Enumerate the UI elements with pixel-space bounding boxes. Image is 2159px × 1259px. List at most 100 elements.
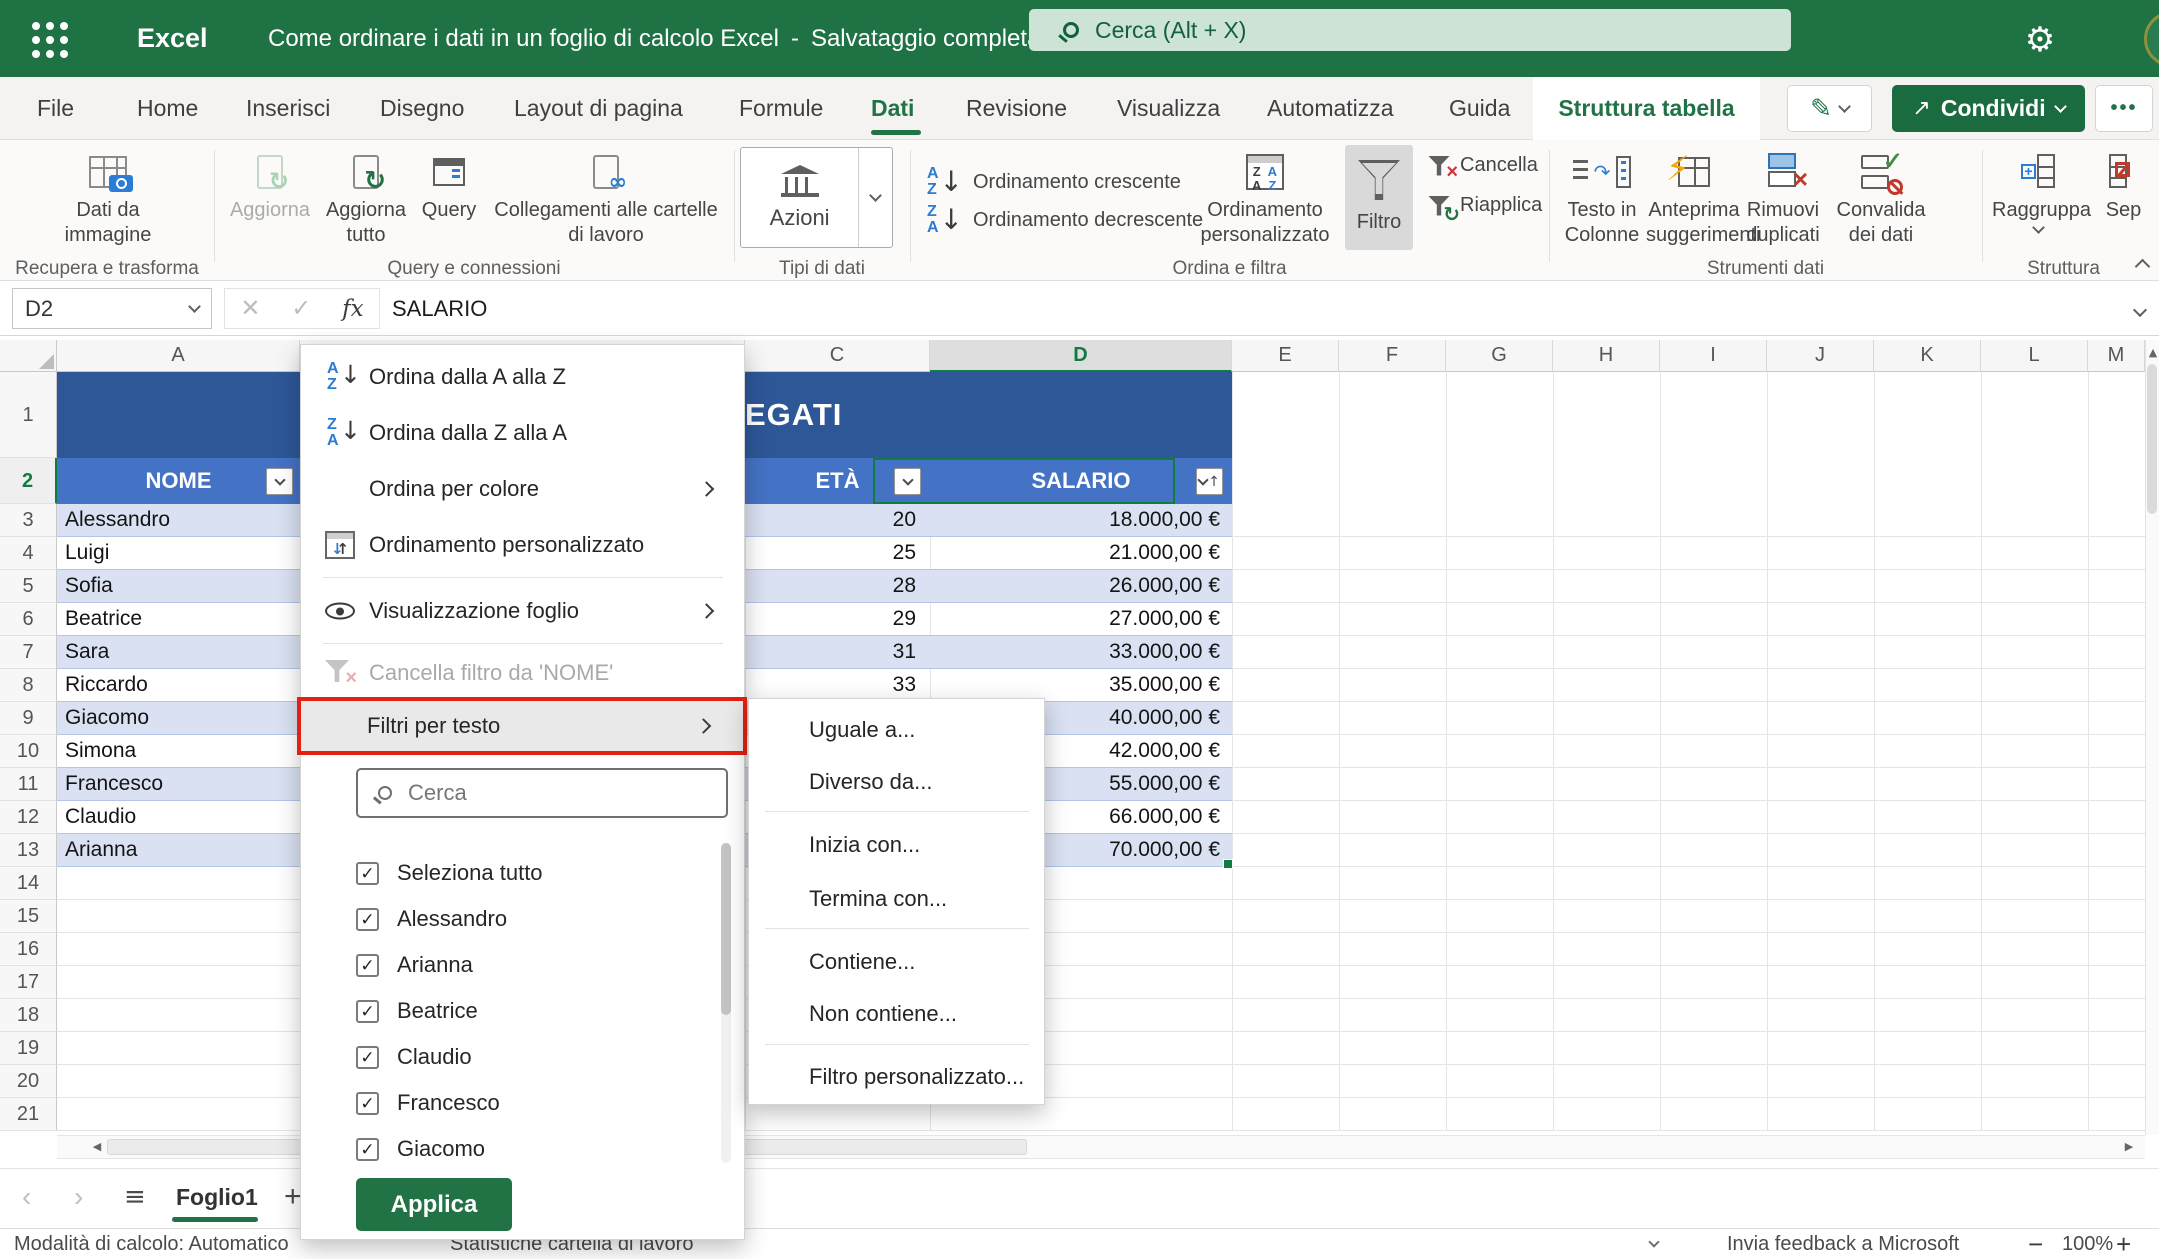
filter-button-salario[interactable]: ↑ <box>1196 468 1223 495</box>
ordinamento-decrescente-button[interactable]: ZA↓ Ordinamento decrescente <box>925 203 1203 237</box>
sheet-list-icon[interactable]: ≡ <box>124 1169 146 1225</box>
submenu-item-inizia-con[interactable]: Inizia con... <box>749 819 1044 871</box>
search-input[interactable]: Cerca (Alt + X) <box>1029 9 1791 51</box>
checkbox-francesco[interactable]: Francesco <box>356 1083 500 1123</box>
calc-mode-status[interactable]: Modalità di calcolo: Automatico <box>14 1229 289 1259</box>
checkbox-alessandro[interactable]: Alessandro <box>356 899 507 939</box>
app-name[interactable]: Excel <box>137 0 208 77</box>
tab-disegno[interactable]: Disegno <box>380 77 464 139</box>
filter-search-input[interactable]: Cerca <box>356 768 728 818</box>
cell-A9[interactable]: Giacomo <box>65 702 297 734</box>
row-header-1[interactable]: 1 <box>0 372 57 458</box>
cell-A8[interactable]: Riccardo <box>65 669 297 701</box>
gear-icon[interactable]: ⚙ <box>2018 18 2062 62</box>
cancel-entry-button[interactable]: ✕ <box>240 294 260 323</box>
column-header-K[interactable]: K <box>1874 340 1981 372</box>
zoom-out-button[interactable]: − <box>2028 1229 2043 1259</box>
editing-mode-button[interactable]: ✎ <box>1787 85 1872 132</box>
submenu-item-filtro-personalizzato[interactable]: Filtro personalizzato... <box>749 1051 1044 1103</box>
menu-item-custom-sort[interactable]: ↓↑ Ordinamento personalizzato <box>301 517 744 573</box>
header-cell-nome[interactable]: NOME <box>57 458 300 504</box>
name-box[interactable]: D2 <box>12 288 212 329</box>
ordinamento-crescente-button[interactable]: AZ↓ Ordinamento crescente <box>925 165 1181 199</box>
add-sheet-button[interactable]: + <box>284 1169 302 1225</box>
tab-guida[interactable]: Guida <box>1449 77 1510 139</box>
filter-button-eta[interactable] <box>894 468 921 495</box>
tab-file[interactable]: File <box>37 77 74 139</box>
cell-D8[interactable]: 35.000,00 € <box>930 669 1220 701</box>
column-header-D[interactable]: D <box>930 340 1232 372</box>
row-header-15[interactable]: 15 <box>0 900 57 933</box>
riapplica-button[interactable]: ↻ Riapplica <box>1428 194 1542 217</box>
cell-C8[interactable]: 33 <box>745 669 916 701</box>
menu-item-clear-filter[interactable]: × Cancella filtro da 'NOME' <box>301 645 744 701</box>
row-header-6[interactable]: 6 <box>0 603 57 636</box>
app-launcher-icon[interactable] <box>30 20 70 60</box>
row-header-9[interactable]: 9 <box>0 702 57 735</box>
cell-A4[interactable]: Luigi <box>65 537 297 569</box>
row-header-16[interactable]: 16 <box>0 933 57 966</box>
avatar[interactable] <box>2144 11 2159 67</box>
filter-button-nome[interactable] <box>266 468 293 495</box>
cell-D7[interactable]: 33.000,00 € <box>930 636 1220 668</box>
vertical-scroll-thumb[interactable] <box>2147 364 2157 514</box>
cell-D3[interactable]: 18.000,00 € <box>930 504 1220 536</box>
submenu-item-diverso-da[interactable]: Diverso da... <box>749 756 1044 808</box>
list-scroll-thumb[interactable] <box>721 843 731 1015</box>
document-title[interactable]: Come ordinare i dati in un foglio di cal… <box>268 0 1084 77</box>
row-header-4[interactable]: 4 <box>0 537 57 570</box>
row-header-18[interactable]: 18 <box>0 999 57 1032</box>
tab-layout-di-pagina[interactable]: Layout di pagina <box>514 77 683 139</box>
fill-handle[interactable] <box>1223 859 1233 869</box>
cell-A12[interactable]: Claudio <box>65 801 297 833</box>
separa-button[interactable]: Sep <box>2088 146 2159 223</box>
column-header-L[interactable]: L <box>1981 340 2088 372</box>
column-header-M[interactable]: M <box>2088 340 2145 372</box>
column-header-E[interactable]: E <box>1232 340 1339 372</box>
tab-revisione[interactable]: Revisione <box>966 77 1067 139</box>
anteprima-suggerimenti-button[interactable]: ⚡ Anteprima suggerimenti <box>1646 146 1742 248</box>
row-header-7[interactable]: 7 <box>0 636 57 669</box>
cell-A5[interactable]: Sofia <box>65 570 297 602</box>
testo-in-colonne-button[interactable]: ↷ Testo in Colonne <box>1552 146 1652 248</box>
share-button[interactable]: ↗ Condividi <box>1892 85 2085 132</box>
column-header-J[interactable]: J <box>1767 340 1874 372</box>
cell-D4[interactable]: 21.000,00 € <box>930 537 1220 569</box>
menu-item-sheet-view[interactable]: Visualizzazione foglio <box>301 583 744 639</box>
scroll-right-icon[interactable]: ▶ <box>2119 1138 2139 1156</box>
cell-C3[interactable]: 20 <box>745 504 916 536</box>
azioni-chevron[interactable] <box>858 148 892 247</box>
row-header-20[interactable]: 20 <box>0 1065 57 1098</box>
row-header-3[interactable]: 3 <box>0 504 57 537</box>
convalida-dati-button[interactable]: ✓ Convalida dei dati <box>1826 146 1936 248</box>
dati-da-immagine-button[interactable]: Dati da immagine <box>40 146 176 248</box>
column-header-C[interactable]: C <box>745 340 930 372</box>
submenu-item-termina-con[interactable]: Termina con... <box>749 873 1044 925</box>
checkbox-beatrice[interactable]: Beatrice <box>356 991 478 1031</box>
cell-D5[interactable]: 26.000,00 € <box>930 570 1220 602</box>
azioni-dropdown[interactable]: Azioni <box>740 147 893 248</box>
apply-button[interactable]: Applica <box>356 1178 512 1231</box>
formula-input[interactable]: SALARIO <box>392 288 487 329</box>
cell-C6[interactable]: 29 <box>745 603 916 635</box>
submenu-item-uguale-a[interactable]: Uguale a... <box>749 704 1044 756</box>
zoom-in-button[interactable]: + <box>2116 1229 2131 1259</box>
cell-A10[interactable]: Simona <box>65 735 297 767</box>
checkbox-arianna[interactable]: Arianna <box>356 945 473 985</box>
row-header-10[interactable]: 10 <box>0 735 57 768</box>
row-header-12[interactable]: 12 <box>0 801 57 834</box>
tab-formule[interactable]: Formule <box>739 77 823 139</box>
checkbox-claudio[interactable]: Claudio <box>356 1037 472 1077</box>
submenu-item-non-contiene[interactable]: Non contiene... <box>749 988 1044 1040</box>
row-header-14[interactable]: 14 <box>0 867 57 900</box>
cell-C5[interactable]: 28 <box>745 570 916 602</box>
filtro-button[interactable]: Filtro <box>1345 145 1413 250</box>
cancella-button[interactable]: × Cancella <box>1428 154 1538 177</box>
query-button[interactable]: Query <box>414 146 484 223</box>
next-sheet-icon[interactable]: › <box>74 1169 83 1225</box>
scroll-left-icon[interactable]: ◀ <box>87 1138 107 1156</box>
zoom-level[interactable]: 100% <box>2062 1229 2113 1259</box>
insert-function-button[interactable]: fx <box>342 296 363 322</box>
column-header-A[interactable]: A <box>57 340 300 372</box>
menu-item-sort-by-color[interactable]: Ordina per colore <box>301 461 744 517</box>
